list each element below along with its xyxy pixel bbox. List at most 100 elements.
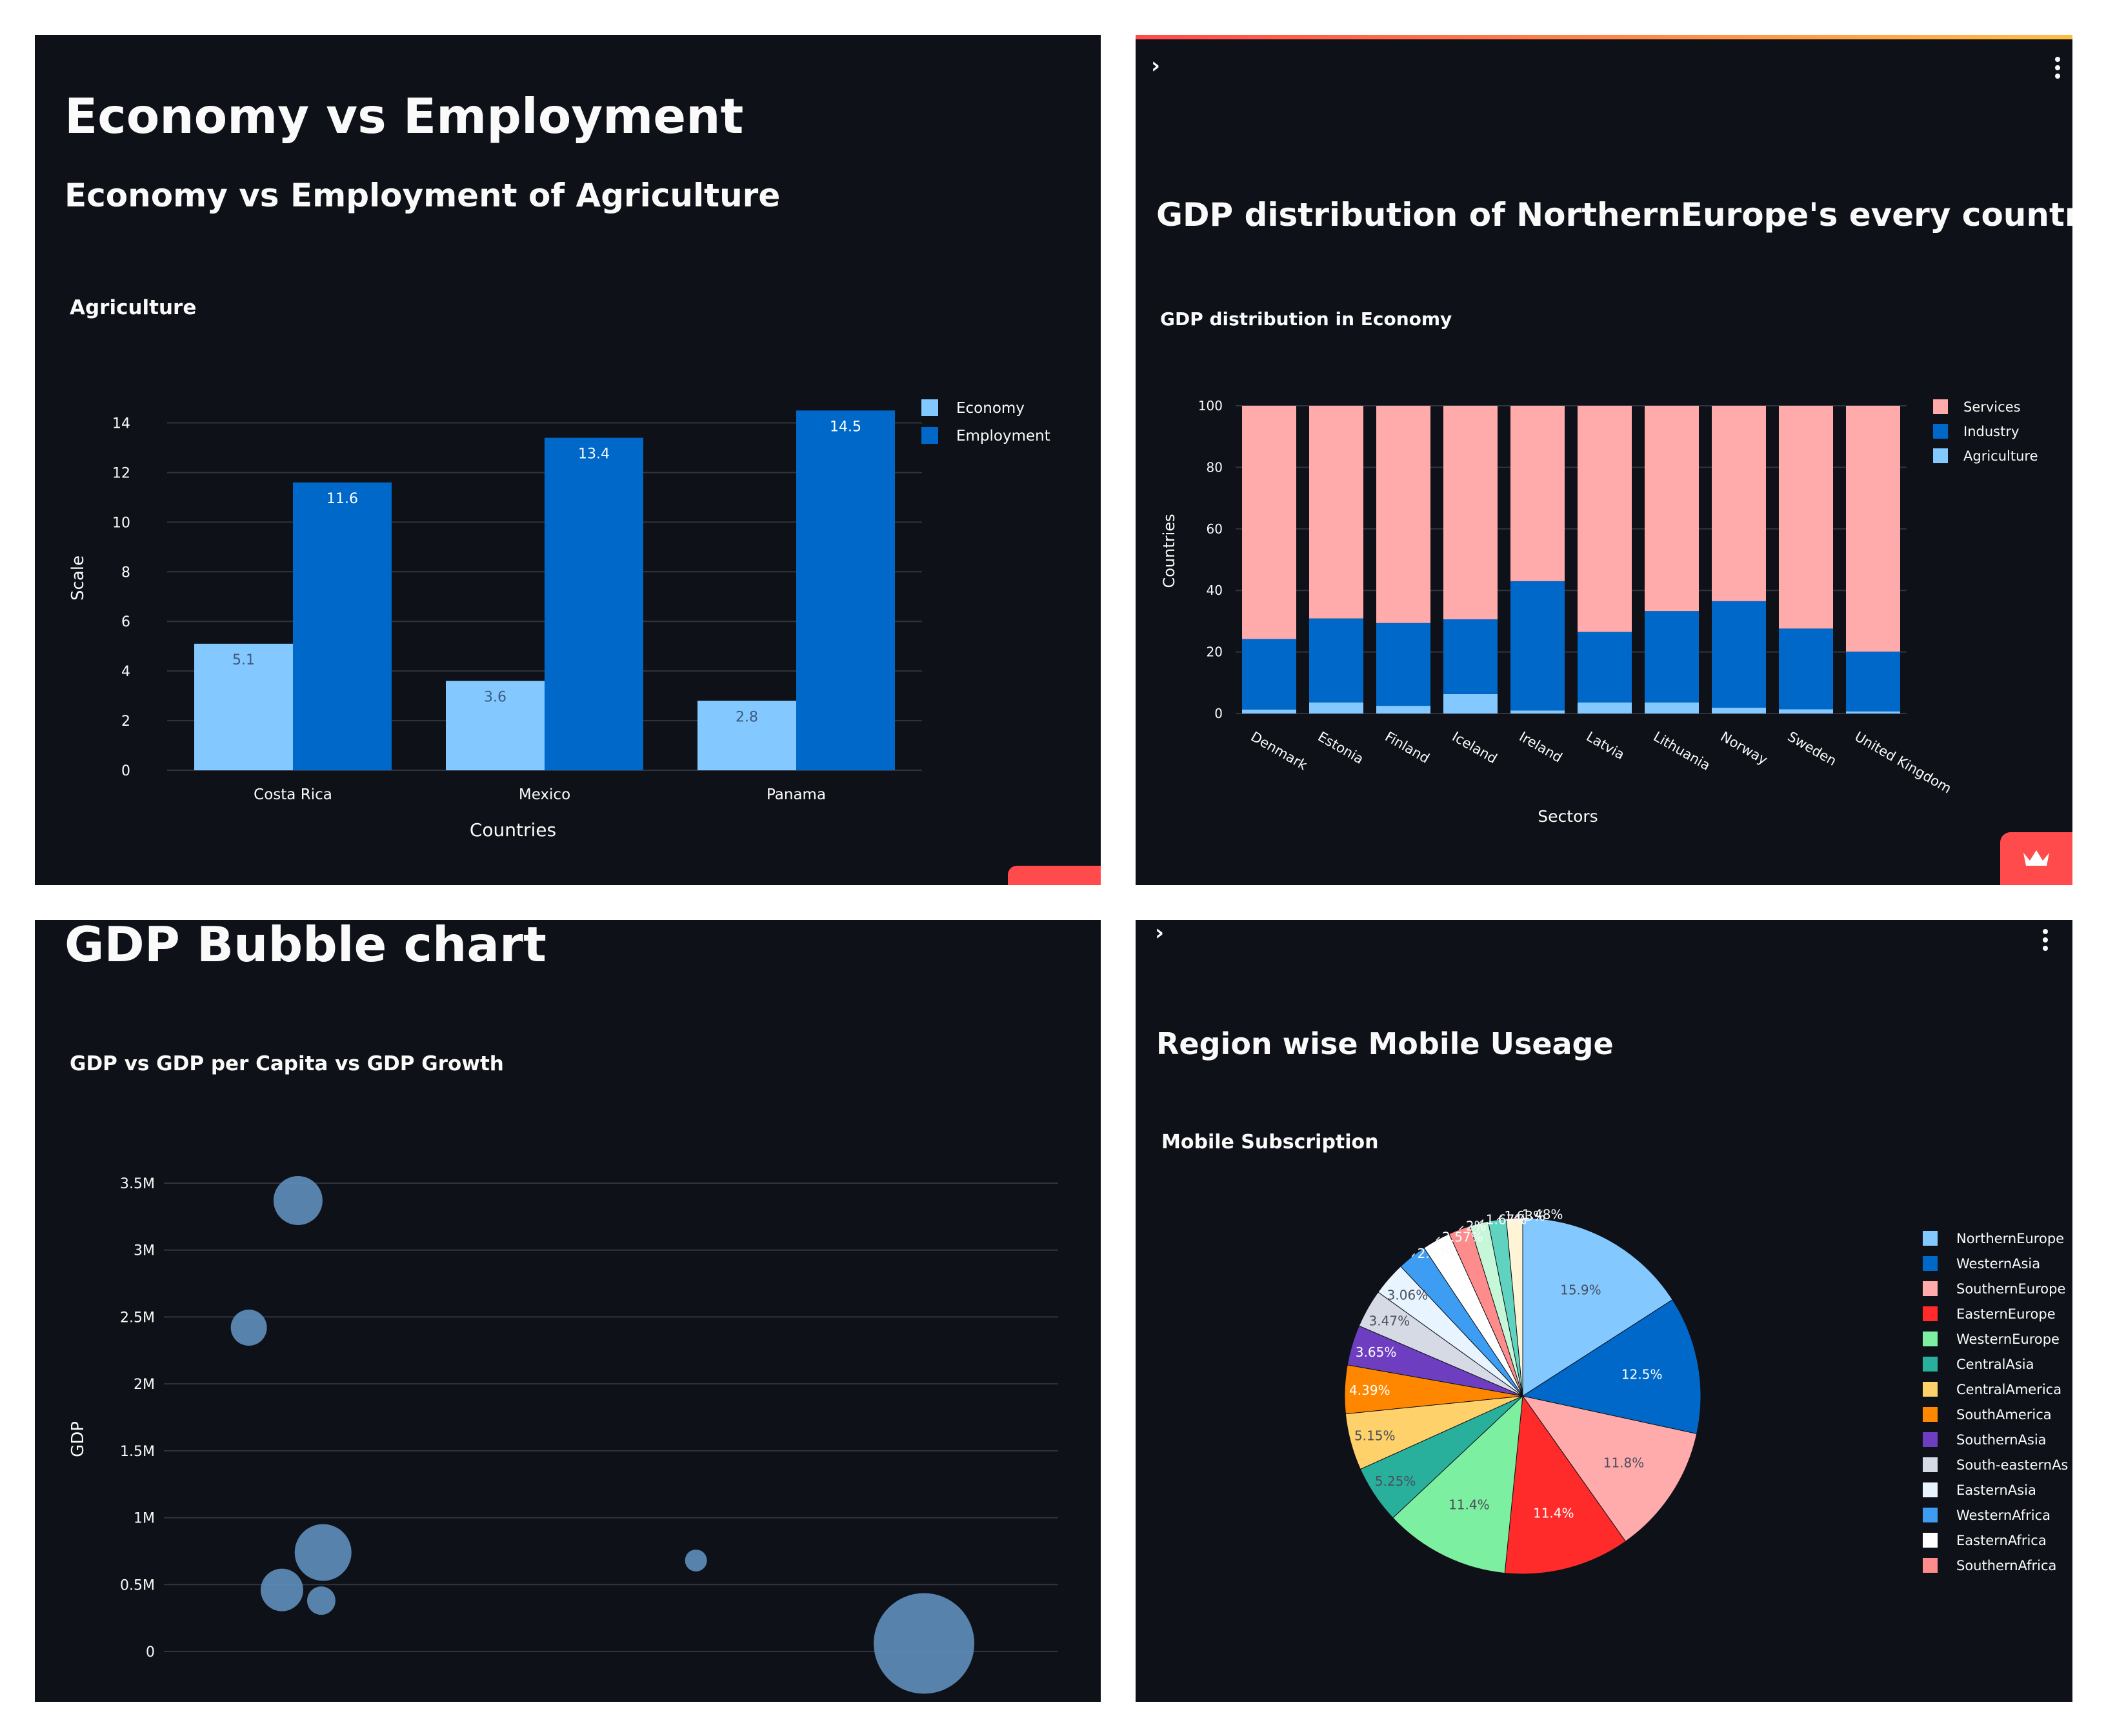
legend-swatch (1933, 424, 1948, 439)
bar-segment-agriculture[interactable] (1443, 693, 1498, 713)
bar-segment-industry[interactable] (1309, 618, 1363, 703)
bar-segment-industry[interactable] (1376, 623, 1430, 706)
legend-label: WesternAsia (1956, 1256, 2040, 1272)
crown-icon (2023, 850, 2049, 866)
y-tick-label: 100 (1198, 398, 1223, 414)
bar-segment-agriculture[interactable] (1578, 702, 1632, 713)
bar-segment-industry[interactable] (1510, 581, 1565, 711)
legend-swatch (1923, 1332, 1938, 1346)
bar-segment-agriculture[interactable] (1376, 706, 1430, 713)
legend[interactable]: Economy Employment (921, 399, 1050, 444)
x-axis-title: Sectors (1538, 807, 1598, 826)
agriculture-bar-chart[interactable]: Agriculture 0 2 4 6 8 10 12 14 5.1 11.6 3.6 13.4 2.… (35, 35, 1101, 885)
streamlit-badge[interactable] (2000, 832, 2072, 885)
y-tick-label: 3M (134, 1243, 155, 1259)
y-tick-label: 14 (112, 416, 130, 432)
chart-title: GDP distribution in Economy (1160, 308, 1452, 330)
bar-segment-services[interactable] (1846, 406, 1900, 652)
legend-label: WesternAfrica (1956, 1508, 2051, 1523)
legend-swatch (921, 399, 938, 416)
x-tick-label: Costa Rica (254, 786, 332, 803)
slice-label: 5.25% (1375, 1473, 1416, 1489)
bubble[interactable] (230, 1310, 267, 1346)
bar-segment-industry[interactable] (1712, 601, 1766, 708)
y-tick-label: 1.5M (120, 1444, 155, 1460)
mobile-pie-chart[interactable]: Mobile Subscription 15.9% 12.5% 11.8% 11.4%… (1136, 920, 2072, 1702)
bar-segment-services[interactable] (1779, 406, 1833, 629)
bubble[interactable] (260, 1568, 303, 1611)
legend-swatch (1923, 1407, 1938, 1422)
x-tick-label: Iceland (1450, 729, 1500, 767)
bar-segment-industry[interactable] (1645, 611, 1699, 703)
y-tick-label: 6 (121, 614, 130, 630)
legend-label: NorthernEurope (1956, 1231, 2064, 1246)
bar-segment-services[interactable] (1578, 406, 1632, 632)
slice-label: 1.48% (1522, 1206, 1563, 1222)
bar-segment-agriculture[interactable] (1510, 710, 1565, 713)
bar-segment-agriculture[interactable] (1242, 709, 1296, 713)
slice-label: 3.06% (1387, 1288, 1429, 1303)
bar-value-label: 14.5 (830, 419, 861, 435)
legend[interactable]: NorthernEurope WesternAsia SouthernEurope E… (1923, 1231, 2068, 1573)
x-axis: Costa Rica Mexico Panama (254, 786, 826, 803)
y-tick-label: 2M (134, 1377, 155, 1393)
x-tick-label: Latvia (1584, 729, 1627, 763)
legend-label: WesternEurope (1956, 1332, 2060, 1347)
bar-segment-agriculture[interactable] (1309, 702, 1363, 713)
bubble[interactable] (874, 1593, 975, 1694)
bar-employment[interactable] (796, 410, 895, 770)
bubble[interactable] (306, 1586, 336, 1615)
bar-segment-services[interactable] (1242, 406, 1296, 639)
bar-employment[interactable] (293, 482, 392, 770)
bubble[interactable] (273, 1175, 323, 1225)
bar-segment-services[interactable] (1712, 406, 1766, 601)
bar-segment-services[interactable] (1376, 406, 1430, 623)
x-tick-label: Panama (767, 786, 826, 803)
gdp-distribution-panel: › GDP distribution of NorthernEurope's e… (1136, 35, 2072, 885)
bar-segment-agriculture[interactable] (1645, 702, 1699, 713)
legend-label: SouthernEurope (1956, 1281, 2065, 1297)
legend-label: SouthAmerica (1956, 1407, 2052, 1422)
gdp-stacked-bar-chart[interactable]: GDP distribution in Economy 0 20 40 60 80 100… (1136, 35, 2072, 885)
y-tick-label: 3.5M (120, 1176, 155, 1192)
bar-employment[interactable] (545, 437, 643, 770)
bar-segment-agriculture[interactable] (1846, 711, 1900, 713)
bar-segment-services[interactable] (1510, 406, 1565, 581)
legend-label: EasternAfrica (1956, 1533, 2047, 1548)
slice-label: 3.65% (1356, 1344, 1397, 1360)
x-tick-label: Estonia (1316, 729, 1367, 767)
y-axis-title: GDP (68, 1421, 88, 1457)
pie-slices[interactable] (1344, 1217, 1701, 1575)
bars[interactable] (1242, 406, 1900, 713)
bar-segment-industry[interactable] (1779, 628, 1833, 710)
x-axis: Denmark Estonia Finland Iceland Ireland Latvi… (1249, 729, 1954, 797)
y-tick-label: 2 (121, 713, 130, 730)
bars[interactable]: 5.1 11.6 3.6 13.4 2.8 14.5 (194, 410, 895, 770)
bubbles[interactable] (230, 1175, 975, 1694)
x-axis-title: Countries (470, 819, 556, 841)
streamlit-badge-tab[interactable] (1008, 866, 1101, 885)
y-tick-label: 0.5M (120, 1577, 155, 1593)
chart-title: GDP vs GDP per Capita vs GDP Growth (70, 1052, 504, 1075)
legend[interactable]: Services Industry Agriculture (1933, 399, 2038, 464)
bar-segment-industry[interactable] (1846, 652, 1900, 712)
y-tick-label: 0 (1214, 706, 1223, 721)
slice-label: 15.9% (1560, 1282, 1601, 1297)
legend-label: Industry (1963, 424, 2019, 439)
bar-segment-industry[interactable] (1242, 639, 1296, 710)
bar-segment-services[interactable] (1309, 406, 1363, 619)
gdp-bubble-panel: GDP Bubble chart GDP vs GDP per Capita v… (35, 920, 1101, 1702)
bar-segment-agriculture[interactable] (1779, 709, 1833, 713)
legend-swatch (1923, 1508, 1938, 1522)
bubble[interactable] (294, 1524, 352, 1581)
bar-segment-industry[interactable] (1578, 632, 1632, 703)
bar-segment-industry[interactable] (1443, 619, 1498, 694)
bar-segment-services[interactable] (1645, 406, 1699, 612)
bar-segment-agriculture[interactable] (1712, 707, 1766, 713)
slice-label: 12.5% (1621, 1367, 1663, 1382)
gdp-bubble-chart[interactable]: GDP vs GDP per Capita vs GDP Growth 0 0.5… (35, 920, 1101, 1702)
bubble[interactable] (685, 1549, 707, 1571)
bar-segment-services[interactable] (1443, 406, 1498, 620)
x-tick-label: Norway (1718, 729, 1770, 768)
legend-swatch (1923, 1558, 1938, 1573)
